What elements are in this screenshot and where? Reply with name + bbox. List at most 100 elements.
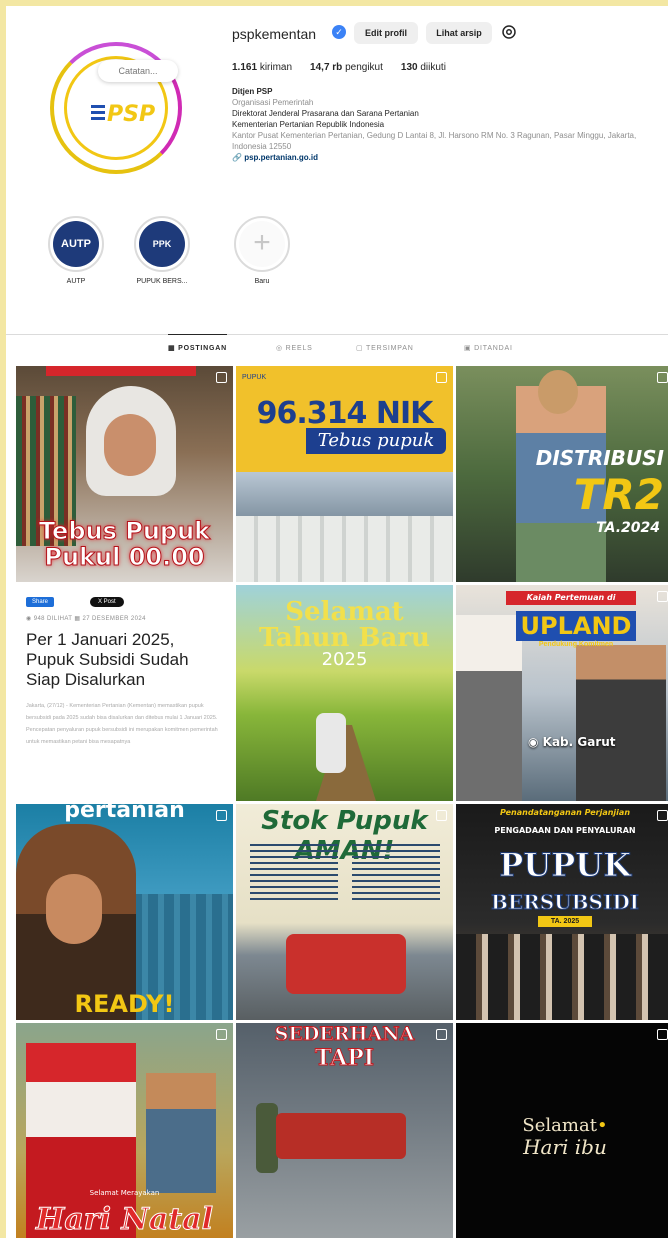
profile-username: pspkementan xyxy=(232,26,317,42)
post-tile[interactable]: Tebus Pupuk Pukul 00.00 xyxy=(16,366,233,582)
reel-icon xyxy=(657,810,668,821)
post-tile[interactable]: Selamat Merayakan Hari Natal xyxy=(16,1023,233,1238)
article-title: Per 1 Januari 2025, Pupuk Subsidi Sudah … xyxy=(26,630,189,689)
highlight-label: AUTP xyxy=(66,278,86,285)
x-post-button: X Post xyxy=(90,597,124,607)
bio-name: Ditjen PSP xyxy=(232,87,273,96)
share-bar: Share X Post xyxy=(26,597,223,607)
post-tile[interactable]: Share X Post ◉ 948 DILIHAT ▦ 27 DESEMBER… xyxy=(16,585,233,801)
post-subheadline: Tebus pupuk xyxy=(306,428,446,454)
reels-icon: ◎ xyxy=(276,345,286,352)
highlight-cover: AUTP xyxy=(53,221,99,267)
note-bubble[interactable]: Catatan... xyxy=(98,60,178,82)
post-headline: SEDERHANA xyxy=(274,1023,415,1046)
instagram-profile-page: PSP Catatan... pspkementan ✓ Edit profil… xyxy=(6,6,668,1238)
psp-logo: PSP xyxy=(91,102,155,127)
profile-avatar[interactable]: PSP Catatan... xyxy=(50,42,182,174)
highlight-autp[interactable]: AUTP AUTP xyxy=(46,216,106,285)
post-headline: Selamat xyxy=(285,597,404,627)
post-tile[interactable]: Penandatanganan Perjanjian PENGADAAN DAN… xyxy=(456,804,668,1020)
reel-icon xyxy=(436,1029,447,1040)
post-headline: TAPI xyxy=(314,1045,375,1072)
post-headline: 96.314 NIK xyxy=(256,396,434,431)
post-subheadline: Hari ibu xyxy=(523,1135,607,1159)
highlight-ring: PPK xyxy=(134,216,190,272)
woman-figure xyxy=(456,615,522,801)
bio-link[interactable]: psp.pertanian.go.id xyxy=(244,153,318,162)
highlight-label: PUPUK BERS... xyxy=(136,278,188,285)
following-count[interactable]: 130 diikuti xyxy=(401,62,446,73)
fertilizer-sacks xyxy=(236,516,453,582)
post-year-badge: TA. 2025 xyxy=(538,916,592,927)
grid-icon: ▦ xyxy=(168,345,179,352)
highlight-new[interactable]: + Baru xyxy=(232,216,292,285)
post-headline: Hari Natal xyxy=(36,1202,214,1238)
post-tile[interactable]: Selamat• Hari ibu xyxy=(456,1023,668,1238)
post-headline: TR2 xyxy=(573,470,664,519)
tractor-figure xyxy=(286,934,406,994)
highlight-ring: AUTP xyxy=(48,216,104,272)
gear-icon[interactable] xyxy=(500,23,518,41)
highlight-pupuk-bersubsidi[interactable]: PPK PUPUK BERS... xyxy=(132,216,192,285)
post-headline: DISTRIBUSI xyxy=(535,446,664,470)
post-subheadline: Pendukung Komitmen xyxy=(538,641,614,648)
title-strip xyxy=(46,366,196,376)
edit-profile-button[interactable]: Edit profil xyxy=(354,22,418,44)
location-label: ◉ Kab. Garut xyxy=(528,735,616,749)
reel-icon xyxy=(216,1029,227,1040)
post-tile[interactable]: pertanian READY! xyxy=(16,804,233,1020)
tab-tagged[interactable]: ▣ DITANDAI xyxy=(464,335,513,363)
reel-icon xyxy=(436,372,447,383)
profile-stats: 1.161 kiriman 14,7 rb pengikut 130 diiku… xyxy=(232,62,446,73)
post-tile[interactable]: Stok Pupuk AMAN! xyxy=(236,804,453,1020)
tag-icon: ▣ xyxy=(464,345,475,352)
profile-tabs: ▦ POSTINGAN ◎ REELS ▢ TERSIMPAN ▣ DITAND… xyxy=(6,334,668,362)
rider-figure xyxy=(316,713,346,773)
post-subheadline: TA.2024 xyxy=(596,520,660,536)
followers-count[interactable]: 14,7 rb pengikut xyxy=(310,62,383,73)
post-subheadline: PENGADAAN DAN PENYALURAN xyxy=(494,826,636,835)
posts-count[interactable]: 1.161 kiriman xyxy=(232,62,292,73)
bookmark-icon: ▢ xyxy=(356,345,367,352)
tab-posts[interactable]: ▦ POSTINGAN xyxy=(168,334,227,362)
post-headline: PUPUK xyxy=(499,846,632,885)
people-photo xyxy=(456,934,668,1020)
child-figure xyxy=(146,1073,216,1193)
face-shape xyxy=(104,414,156,476)
post-tile[interactable]: DISTRIBUSI TR2 TA.2024 xyxy=(456,366,668,582)
eye-icon: ◉ xyxy=(26,616,34,622)
pin-icon: ◉ xyxy=(528,735,543,749)
reel-icon xyxy=(436,810,447,821)
post-headline: pertanian xyxy=(64,804,185,823)
posts-grid: Tebus Pupuk Pukul 00.00 PUPUK 96.314 NIK… xyxy=(16,366,668,1238)
reel-icon xyxy=(657,1029,668,1040)
post-tile[interactable]: Selamat Tahun Baru 2025 xyxy=(236,585,453,801)
highlight-cover: PPK xyxy=(139,221,185,267)
tab-reels[interactable]: ◎ REELS xyxy=(276,335,313,363)
text-column xyxy=(352,844,440,904)
highlight-ring: + xyxy=(234,216,290,272)
post-subheadline: Selamat Merayakan xyxy=(89,1189,160,1197)
post-logo: PUPUK xyxy=(242,374,267,381)
bio-line: Direktorat Jenderal Prasarana dan Sarana… xyxy=(232,109,419,118)
post-tile[interactable]: SEDERHANA TAPI xyxy=(236,1023,453,1238)
farmer-figure xyxy=(256,1103,278,1173)
post-tile[interactable]: PUPUK 96.314 NIK Tebus pupuk xyxy=(236,366,453,582)
verified-badge-icon: ✓ xyxy=(332,25,346,39)
facebook-share-button: Share xyxy=(26,597,55,607)
runner-head xyxy=(538,370,578,414)
post-tile[interactable]: Kaiah Pertemuan di UPLAND Pendukung Komi… xyxy=(456,585,668,801)
man-figure xyxy=(576,645,666,801)
avatar-text: PSP xyxy=(107,102,155,127)
post-year: 2025 xyxy=(321,649,368,670)
post-headline: BERSUBSIDI xyxy=(490,890,640,915)
bio-link-row[interactable]: 🔗 psp.pertanian.go.id xyxy=(232,152,662,163)
bio-category: Organisasi Pemerintah xyxy=(232,98,314,107)
view-archive-button[interactable]: Lihat arsip xyxy=(426,22,492,44)
tab-saved[interactable]: ▢ TERSIMPAN xyxy=(356,335,414,363)
highlight-label: Baru xyxy=(254,278,270,285)
post-banner: Penandatanganan Perjanjian xyxy=(499,808,631,817)
post-headline: READY! xyxy=(74,990,175,1018)
bio-line: Kementerian Pertanian Republik Indonesia xyxy=(232,120,385,129)
post-caption: Tebus Pupuk Pukul 00.00 xyxy=(38,517,211,571)
